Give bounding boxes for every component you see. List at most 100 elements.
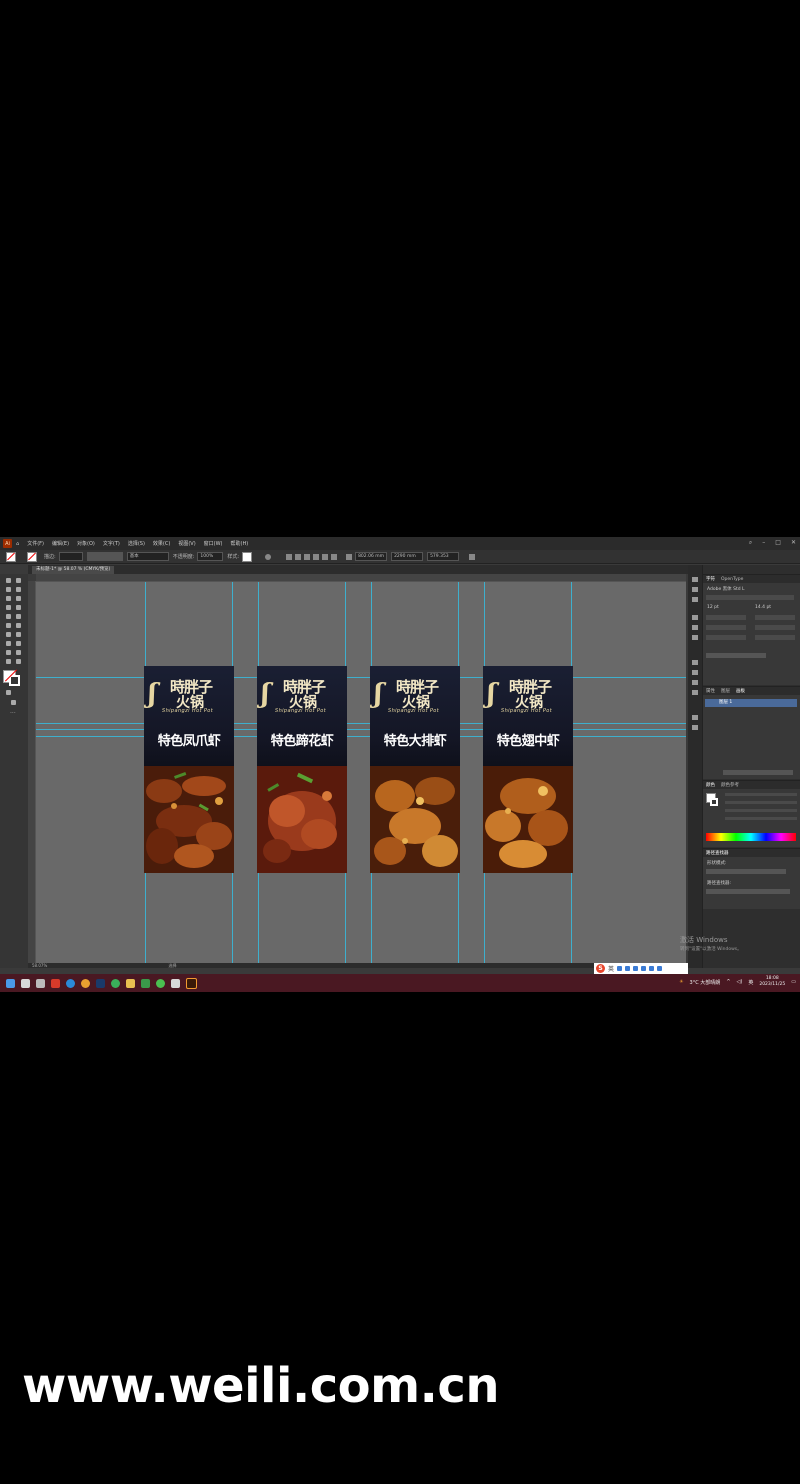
- guide-horizontal[interactable]: [36, 723, 686, 724]
- transparency-icon[interactable]: [692, 725, 698, 730]
- minimize-icon[interactable]: –: [762, 539, 765, 547]
- edit-toolbar-icon[interactable]: ···: [10, 710, 16, 717]
- tray-lang[interactable]: 英: [748, 979, 753, 986]
- graphic-styles-icon[interactable]: [692, 690, 698, 695]
- guide-horizontal[interactable]: [36, 677, 686, 678]
- shape-mode-buttons[interactable]: [706, 869, 786, 874]
- fill-swatch[interactable]: [6, 551, 16, 562]
- stroke-swatch[interactable]: [27, 551, 37, 562]
- tab-character[interactable]: 字符: [706, 576, 715, 582]
- x-field[interactable]: 802.06 mm: [355, 552, 388, 561]
- fill-stroke-widget[interactable]: [3, 669, 21, 686]
- opacity-field[interactable]: 100%: [197, 552, 224, 561]
- align-center-icon[interactable]: [295, 553, 302, 560]
- caps-buttons[interactable]: [706, 653, 766, 658]
- color-spectrum[interactable]: [706, 833, 796, 841]
- green-app-2-icon[interactable]: [141, 978, 150, 988]
- info-icon[interactable]: [692, 615, 698, 620]
- fill-stroke-indicator[interactable]: [706, 793, 718, 807]
- tab-properties[interactable]: 属性: [706, 688, 715, 694]
- artboard-banner-4[interactable]: ʃ 時胖子 火锅 Shipangzi Hot Pot 特色翅中虾: [483, 666, 573, 873]
- pen-tool-icon[interactable]: [6, 587, 11, 592]
- clock[interactable]: 18:08 2023/11/25: [759, 976, 785, 988]
- variable-width-field[interactable]: [86, 552, 123, 561]
- artboard-tool-icon[interactable]: [6, 650, 11, 655]
- menu-help[interactable]: 帮助(H): [231, 540, 249, 547]
- notification-icon[interactable]: ▭: [791, 979, 796, 985]
- wechat-icon[interactable]: [156, 978, 165, 988]
- screen-mode-icon[interactable]: [11, 700, 16, 705]
- ime-punctuation-icon[interactable]: [617, 966, 623, 971]
- font-size-field[interactable]: 12 pt: [707, 605, 719, 610]
- type-tool-icon[interactable]: [6, 605, 11, 610]
- black-slider[interactable]: [725, 817, 797, 820]
- width-tool-icon[interactable]: [6, 623, 11, 628]
- close-icon[interactable]: ✕: [791, 539, 796, 547]
- baseline-shift-field[interactable]: [706, 635, 746, 640]
- navigator-icon[interactable]: [692, 625, 698, 630]
- direct-selection-tool-icon[interactable]: [16, 578, 21, 583]
- weather-icon[interactable]: ☀: [679, 979, 683, 985]
- volume-icon[interactable]: ◁): [737, 979, 743, 985]
- symbols-icon[interactable]: [692, 680, 698, 685]
- maximize-icon[interactable]: □: [775, 539, 781, 547]
- tab-opentype[interactable]: OpenType: [721, 577, 743, 582]
- folder-icon[interactable]: [171, 978, 180, 988]
- tab-color[interactable]: 颜色: [706, 782, 715, 788]
- scale-tool-icon[interactable]: [16, 614, 21, 619]
- font-style-field[interactable]: [706, 595, 794, 600]
- guide-horizontal[interactable]: [36, 729, 686, 730]
- menu-effect[interactable]: 效果(C): [153, 540, 170, 547]
- horizontal-ruler[interactable]: [36, 574, 686, 582]
- zoom-tool-icon[interactable]: [16, 659, 21, 664]
- align-right-icon[interactable]: [304, 553, 311, 560]
- tab-pathfinder[interactable]: 路径查找器: [706, 850, 729, 856]
- weather-text[interactable]: 3°C 大部晴朗: [690, 979, 721, 986]
- rotate-tool-icon[interactable]: [16, 605, 21, 610]
- yellow-slider[interactable]: [725, 809, 797, 812]
- menu-object[interactable]: 对象(O): [77, 540, 95, 547]
- horizontal-scale-field[interactable]: [755, 625, 795, 630]
- photoshop-icon[interactable]: [96, 978, 105, 988]
- home-icon[interactable]: ⌂: [16, 541, 19, 547]
- align-middle-icon[interactable]: [322, 553, 329, 560]
- appearance-icon[interactable]: [692, 715, 698, 720]
- leading-field[interactable]: 14.4 pt: [755, 605, 771, 610]
- transform-icon[interactable]: [346, 553, 353, 560]
- gradient-tool-icon[interactable]: [16, 632, 21, 637]
- ime-lang[interactable]: 英: [608, 964, 614, 973]
- wps-icon[interactable]: [51, 978, 60, 988]
- menu-edit[interactable]: 编辑(E): [52, 540, 69, 547]
- links-icon[interactable]: [692, 635, 698, 640]
- rectangle-tool-icon[interactable]: [6, 596, 11, 601]
- search-icon[interactable]: ⌕: [749, 539, 752, 547]
- character-rotation-field[interactable]: [755, 635, 795, 640]
- ime-skin-icon[interactable]: [641, 966, 647, 971]
- illustrator-taskbar-icon[interactable]: [186, 977, 197, 989]
- guide-horizontal[interactable]: [36, 736, 686, 737]
- sogou-ime-icon[interactable]: S: [596, 964, 605, 973]
- recolor-icon[interactable]: [265, 553, 272, 560]
- green-app-icon[interactable]: [111, 978, 120, 988]
- vertical-scale-field[interactable]: [706, 625, 746, 630]
- align-left-icon[interactable]: [286, 553, 293, 560]
- menu-view[interactable]: 视图(V): [178, 540, 195, 547]
- align-bottom-icon[interactable]: [331, 553, 338, 560]
- actions-icon[interactable]: [692, 597, 698, 602]
- menu-select[interactable]: 选择(S): [128, 540, 145, 547]
- edge-icon[interactable]: [66, 978, 75, 988]
- layers-footer-buttons[interactable]: [723, 770, 793, 775]
- tray-arrow-icon[interactable]: ^: [726, 979, 730, 985]
- layer-row[interactable]: 图层 1: [705, 699, 797, 707]
- artboard-banner-1[interactable]: ʃ 時胖子 火锅 Shipangzi Hot Pot 特色凤爪虾: [144, 666, 234, 873]
- zoom-level[interactable]: 58.07%: [32, 963, 47, 968]
- tab-color-guide[interactable]: 颜色参考: [721, 782, 739, 788]
- canvas[interactable]: ʃ 時胖子 火锅 Shipangzi Hot Pot 特色凤爪虾 ʃ 時胖子 火…: [36, 582, 686, 967]
- pathfinder-buttons[interactable]: [706, 889, 790, 894]
- libraries-icon[interactable]: [692, 587, 698, 592]
- start-icon[interactable]: [6, 978, 15, 988]
- curvature-tool-icon[interactable]: [16, 587, 21, 592]
- ime-toolbox-icon[interactable]: [649, 966, 655, 971]
- properties-icon[interactable]: [692, 577, 698, 582]
- hand-tool-icon[interactable]: [6, 659, 11, 664]
